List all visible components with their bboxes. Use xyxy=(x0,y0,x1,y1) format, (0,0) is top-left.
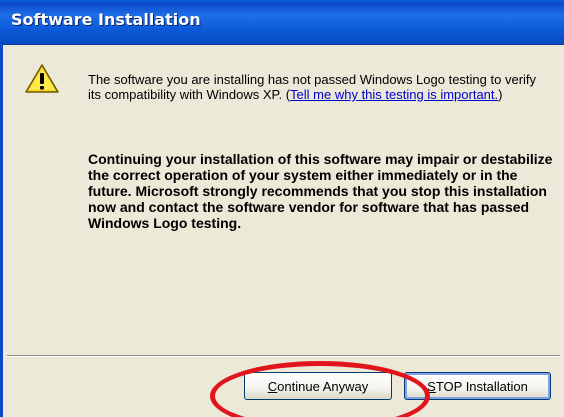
title-bar[interactable]: Software Installation xyxy=(0,0,564,45)
dialog-body: The software you are installing has not … xyxy=(3,45,564,417)
stop-label: TOP Installation xyxy=(435,378,528,394)
software-installation-dialog: Software Installation The software you a… xyxy=(0,0,564,417)
stop-installation-button[interactable]: STOP Installation xyxy=(404,372,551,400)
warning-icon xyxy=(24,63,60,95)
warning-message: Continuing your installation of this sof… xyxy=(88,151,553,231)
stop-mnemonic: S xyxy=(427,378,436,394)
separator xyxy=(7,355,560,357)
continue-mnemonic: C xyxy=(267,378,278,394)
why-testing-link[interactable]: Tell me why this testing is important. xyxy=(290,87,498,102)
continue-anyway-button[interactable]: Continue Anyway xyxy=(244,372,392,400)
compatibility-text-close: ) xyxy=(498,87,503,102)
compatibility-message: The software you are installing has not … xyxy=(88,72,543,102)
window-title: Software Installation xyxy=(11,10,201,29)
continue-label: ontinue Anyway xyxy=(277,378,369,394)
